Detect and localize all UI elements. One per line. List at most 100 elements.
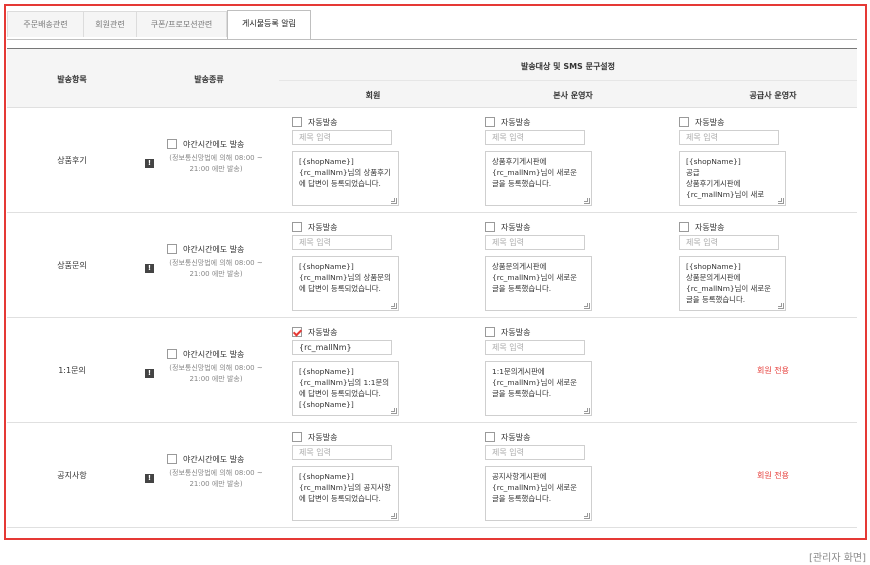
title-input[interactable]: 제목 입력 (292, 445, 392, 460)
night-send-notice: ! (정보통신망법에 의해 08:00 ~ 21:00 에만 발송) (145, 468, 273, 490)
row-item-label: 1:1문의 (58, 365, 86, 375)
table-row: 상품문의 야간시간에도 발송 ! (정보통신망법에 의해 08:00 ~ 21:… (7, 213, 857, 318)
auto-send-label: 자동발송 (501, 222, 531, 232)
tab-member[interactable]: 회원관련 (83, 11, 137, 37)
night-send-option[interactable]: 야간시간에도 발송 (145, 453, 273, 465)
header-kind: 발송종류 (194, 75, 224, 84)
message-textarea[interactable]: 1:1문의게시판에 {rc_mallNm}님이 새로운 글을 등록했습니다. (485, 361, 592, 416)
title-input[interactable]: 제목 입력 (292, 130, 392, 145)
hq-settings: 자동발송 제목 입력 1:1문의게시판에 {rc_mallNm}님이 새로운 글… (485, 326, 665, 416)
hq-settings: 자동발송 제목 입력 상품문의게시판에 {rc_mallNm}님이 새로운 글을… (485, 221, 665, 311)
notice-text: (정보통신망법에 의해 08:00 ~ 21:00 에만 발송) (169, 154, 263, 173)
message-text: 상품문의게시판에 {rc_mallNm}님이 새로운 글을 등록했습니다. (492, 262, 577, 293)
resize-handle-icon[interactable] (584, 303, 590, 309)
send-kind: 야간시간에도 발송 ! (정보통신망법에 의해 08:00 ~ 21:00 에만… (145, 138, 273, 175)
message-textarea[interactable]: [{shopName}] {rc_mallNm}님의 공지사항에 답변이 등록되… (292, 466, 399, 521)
header-hq-operator: 본사 운영자 (553, 91, 593, 100)
title-input[interactable]: 제목 입력 (679, 235, 779, 250)
message-textarea[interactable]: [{shopName}] 상품문의게시판에 {rc_mallNm}님이 새로운 … (679, 256, 786, 311)
resize-handle-icon[interactable] (391, 303, 397, 309)
notice-text: (정보통신망법에 의해 08:00 ~ 21:00 에만 발송) (169, 364, 263, 383)
auto-send-label: 자동발송 (308, 432, 338, 442)
info-icon: ! (145, 369, 154, 378)
night-send-checkbox[interactable] (167, 454, 177, 464)
notice-text: (정보통신망법에 의해 08:00 ~ 21:00 에만 발송) (169, 259, 263, 278)
night-send-option[interactable]: 야간시간에도 발송 (145, 348, 273, 360)
auto-send-checkbox[interactable] (485, 327, 495, 337)
title-input[interactable]: 제목 입력 (292, 235, 392, 250)
auto-send-checkbox[interactable] (292, 117, 302, 127)
tab-coupon-promotion[interactable]: 쿠폰/프로모션관련 (136, 11, 227, 37)
auto-send-checkbox[interactable] (485, 117, 495, 127)
send-kind: 야간시간에도 발송 ! (정보통신망법에 의해 08:00 ~ 21:00 에만… (145, 348, 273, 385)
night-send-checkbox[interactable] (167, 244, 177, 254)
night-send-label: 야간시간에도 발송 (183, 349, 245, 359)
title-input[interactable]: 제목 입력 (679, 130, 779, 145)
auto-send-option[interactable]: 자동발송 (485, 326, 665, 338)
message-textarea[interactable]: [{shopName}] {rc_mallNm}님의 상품문의에 답변이 등록되… (292, 256, 399, 311)
auto-send-label: 자동발송 (695, 222, 725, 232)
auto-send-option[interactable]: 자동발송 (292, 116, 472, 128)
night-send-checkbox[interactable] (167, 349, 177, 359)
table-row: 상품후기 야간시간에도 발송 ! (정보통신망법에 의해 08:00 ~ 21:… (7, 108, 857, 213)
night-send-notice: ! (정보통신망법에 의해 08:00 ~ 21:00 에만 발송) (145, 153, 273, 175)
auto-send-label: 자동발송 (695, 117, 725, 127)
title-input[interactable]: {rc_mallNm} (292, 340, 392, 355)
title-input[interactable]: 제목 입력 (485, 445, 585, 460)
auto-send-checkbox[interactable] (292, 432, 302, 442)
member-only-label: 회원 전용 (757, 470, 789, 480)
header-member: 회원 (365, 91, 381, 100)
hq-settings: 자동발송 제목 입력 상품후기게시판에 {rc_mallNm}님이 새로운 글을… (485, 116, 665, 206)
resize-handle-icon[interactable] (778, 198, 784, 204)
auto-send-checkbox[interactable] (292, 327, 302, 337)
send-kind: 야간시간에도 발송 ! (정보통신망법에 의해 08:00 ~ 21:00 에만… (145, 243, 273, 280)
auto-send-option[interactable]: 자동발송 (292, 326, 472, 338)
auto-send-checkbox[interactable] (485, 432, 495, 442)
auto-send-option[interactable]: 자동발송 (679, 221, 859, 233)
message-textarea[interactable]: 상품문의게시판에 {rc_mallNm}님이 새로운 글을 등록했습니다. (485, 256, 592, 311)
message-textarea[interactable]: [{shopName}] 공급 상품후기게시판에 {rc_mallNm}님이 새… (679, 151, 786, 206)
title-input[interactable]: 제목 입력 (485, 235, 585, 250)
row-item-label: 공지사항 (57, 470, 87, 480)
auto-send-checkbox[interactable] (292, 222, 302, 232)
header-item: 발송항목 (57, 75, 87, 84)
night-send-option[interactable]: 야간시간에도 발송 (145, 138, 273, 150)
message-textarea[interactable]: [{shopName}] {rc_mallNm}님의 상품후기에 답변이 등록되… (292, 151, 399, 206)
auto-send-label: 자동발송 (501, 432, 531, 442)
auto-send-option[interactable]: 자동발송 (485, 116, 665, 128)
resize-handle-icon[interactable] (584, 408, 590, 414)
night-send-option[interactable]: 야간시간에도 발송 (145, 243, 273, 255)
send-kind: 야간시간에도 발송 ! (정보통신망법에 의해 08:00 ~ 21:00 에만… (145, 453, 273, 490)
title-input[interactable]: 제목 입력 (485, 340, 585, 355)
tab-post-notification[interactable]: 게시물등록 알림 (227, 10, 311, 39)
resize-handle-icon[interactable] (778, 303, 784, 309)
auto-send-option[interactable]: 자동발송 (679, 116, 859, 128)
resize-handle-icon[interactable] (391, 198, 397, 204)
auto-send-label: 자동발송 (308, 327, 338, 337)
tab-order-delivery[interactable]: 주문배송관련 (7, 11, 84, 37)
resize-handle-icon[interactable] (584, 513, 590, 519)
message-textarea[interactable]: [{shopName}] {rc_mallNm}님의 1:1문의에 답변이 등록… (292, 361, 399, 416)
resize-handle-icon[interactable] (584, 198, 590, 204)
row-item-label: 상품후기 (57, 155, 87, 165)
resize-handle-icon[interactable] (391, 408, 397, 414)
row-item-label: 상품문의 (57, 260, 87, 270)
info-icon: ! (145, 264, 154, 273)
table-row: 공지사항 야간시간에도 발송 ! (정보통신망법에 의해 08:00 ~ 21:… (7, 423, 857, 528)
night-send-checkbox[interactable] (167, 139, 177, 149)
message-text: 상품후기게시판에 {rc_mallNm}님이 새로운 글을 등록했습니다. (492, 157, 577, 188)
auto-send-checkbox[interactable] (679, 222, 689, 232)
auto-send-option[interactable]: 자동발송 (485, 431, 665, 443)
auto-send-option[interactable]: 자동발송 (292, 221, 472, 233)
auto-send-checkbox[interactable] (485, 222, 495, 232)
auto-send-checkbox[interactable] (679, 117, 689, 127)
night-send-label: 야간시간에도 발송 (183, 244, 245, 254)
auto-send-option[interactable]: 자동발송 (292, 431, 472, 443)
message-textarea[interactable]: 공지사항게시판에 {rc_mallNm}님이 새로운 글을 등록했습니다. (485, 466, 592, 521)
title-input[interactable]: 제목 입력 (485, 130, 585, 145)
caption: [관리자 화면] (809, 553, 866, 564)
resize-handle-icon[interactable] (391, 513, 397, 519)
message-textarea[interactable]: 상품후기게시판에 {rc_mallNm}님이 새로운 글을 등록했습니다. (485, 151, 592, 206)
message-text: [{shopName}] {rc_mallNm}님의 상품문의에 답변이 등록되… (299, 262, 391, 293)
auto-send-option[interactable]: 자동발송 (485, 221, 665, 233)
